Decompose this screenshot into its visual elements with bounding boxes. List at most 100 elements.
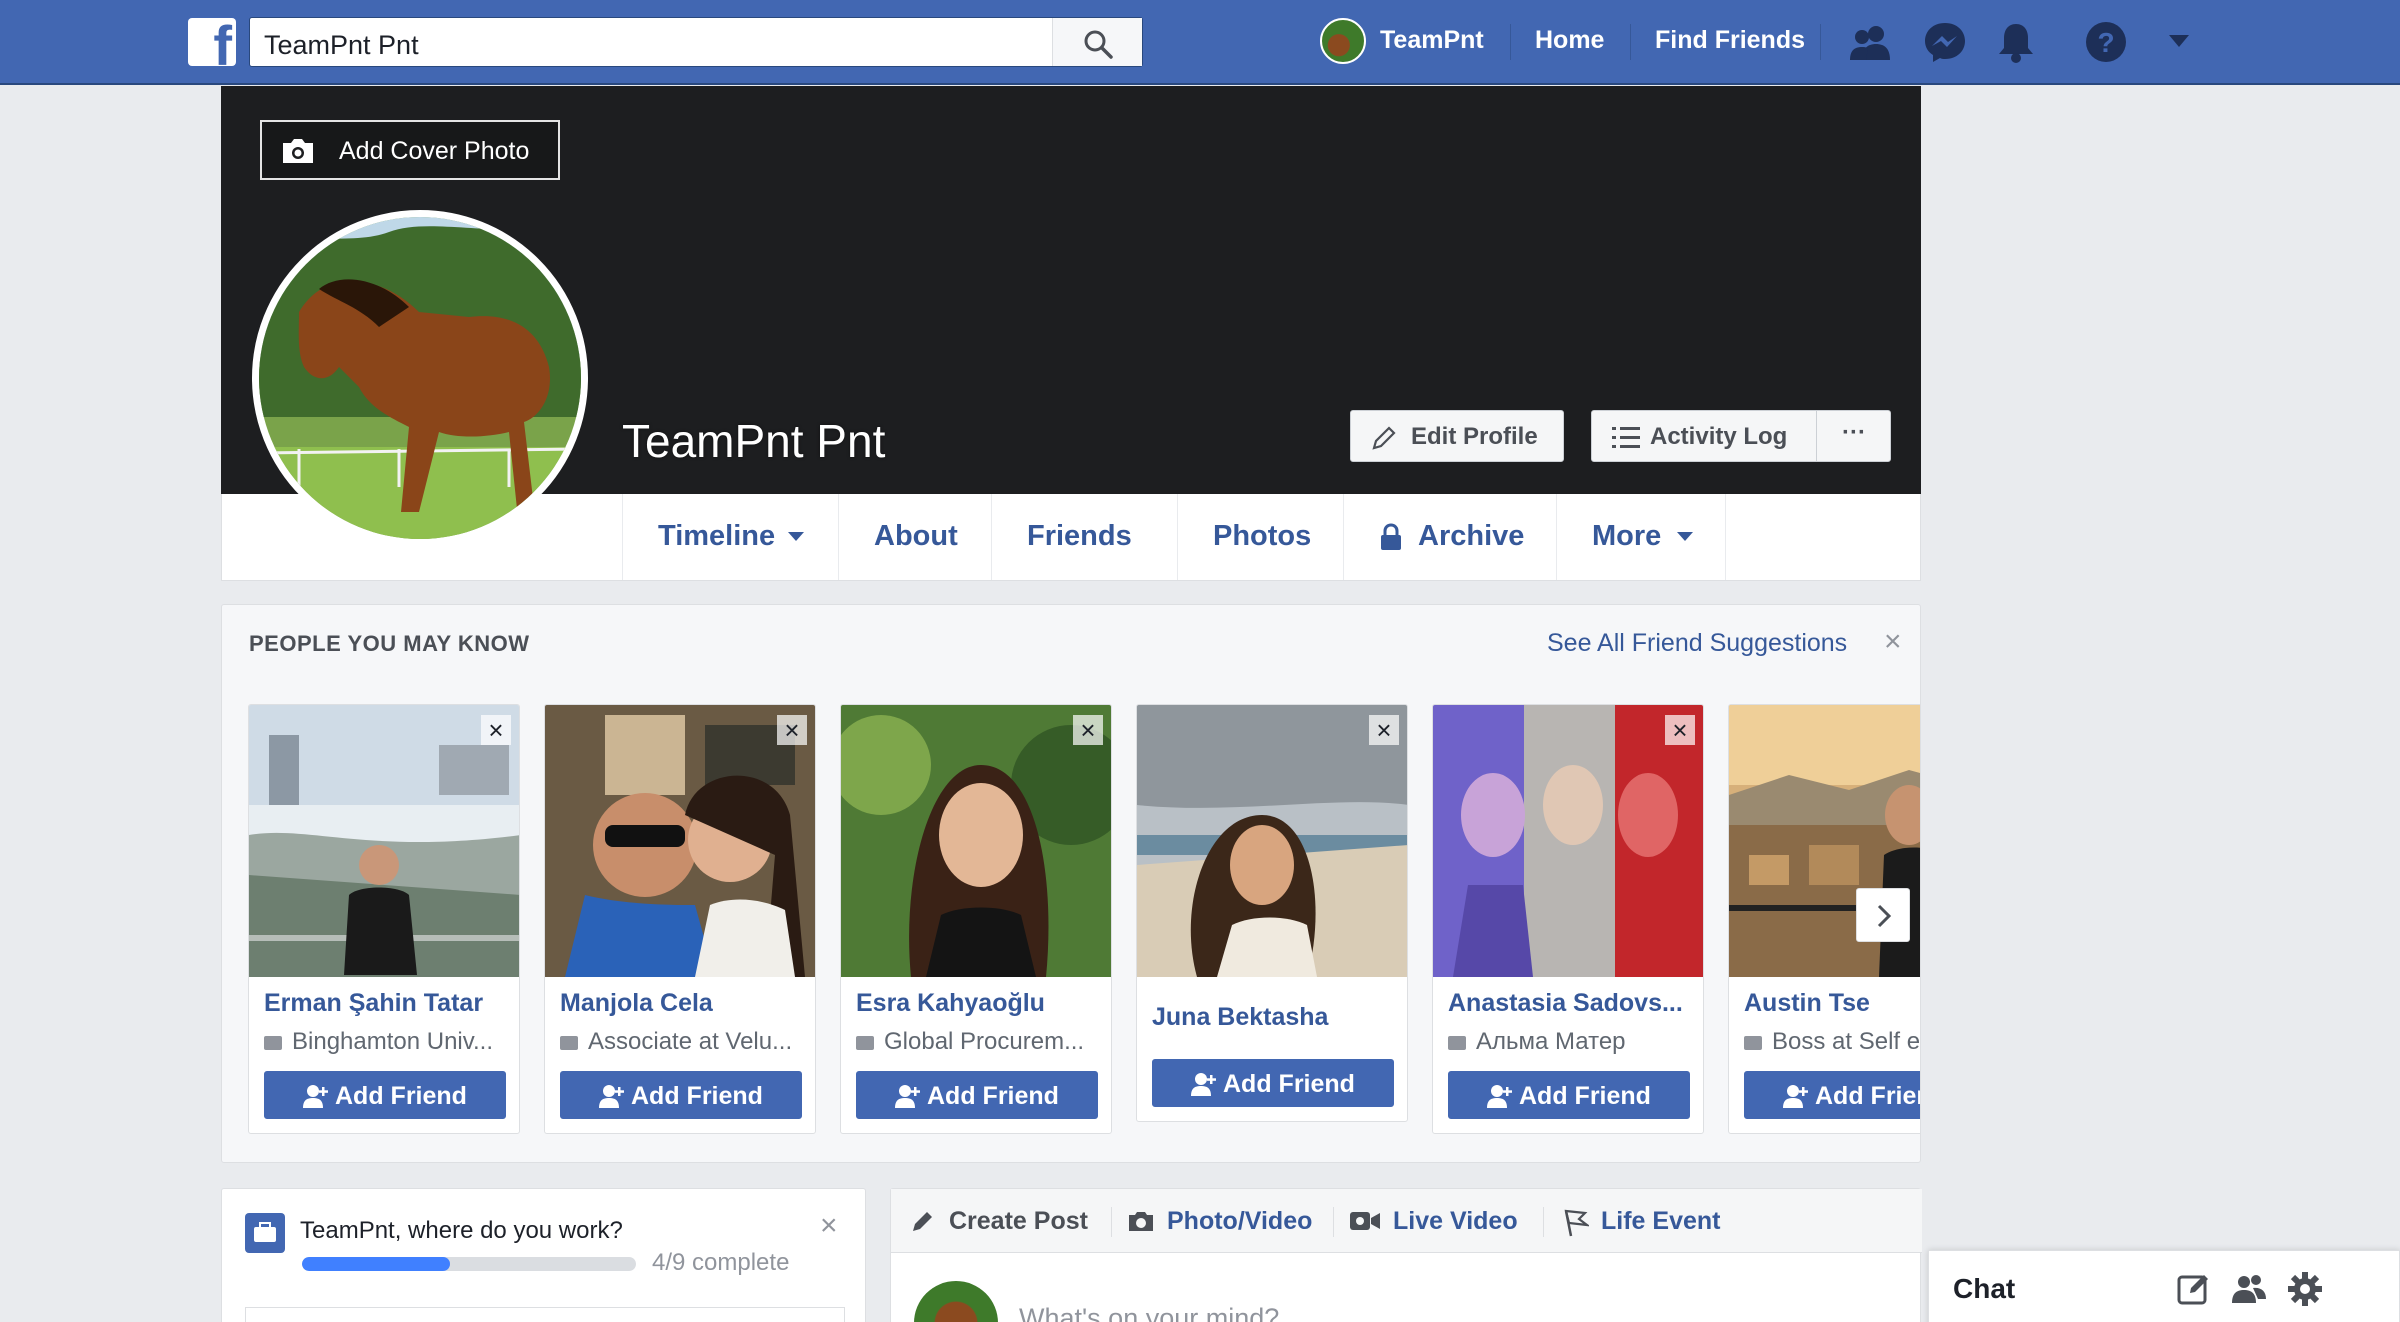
horse-photo (259, 217, 581, 539)
person-name-link[interactable]: Esra Kahyaoğlu (856, 989, 1106, 1018)
lock-icon (1381, 523, 1401, 550)
profile-completion-prompt: TeamPnt, where do you work? × 4/9 comple… (221, 1188, 866, 1322)
person-subtitle-text: Binghamton Univ... (292, 1028, 493, 1055)
add-friend-icon (1191, 1073, 1216, 1096)
person-subtitle: Альма Матер (1448, 1028, 1698, 1056)
carousel-next-button[interactable] (1856, 888, 1910, 942)
divider (1510, 24, 1511, 60)
photo-video-label: Photo/Video (1167, 1207, 1313, 1235)
help-icon[interactable]: ? (2084, 20, 2128, 64)
chat-bar[interactable]: Chat (1928, 1250, 2400, 1322)
add-friend-label: Add Friend (1223, 1070, 1355, 1098)
suggestion-card: × Juna Bektasha Add Friend (1136, 704, 1408, 1122)
find-friends-link[interactable]: Find Friends (1655, 26, 1805, 55)
person-name-link[interactable]: Juna Bektasha (1152, 1003, 1402, 1032)
account-menu-chevron-icon[interactable] (2168, 34, 2190, 48)
chevron-down-icon (1677, 532, 1693, 541)
create-post-label: Create Post (949, 1207, 1088, 1235)
activity-log-label: Activity Log (1650, 423, 1788, 450)
person-subtitle: Global Procurem... (856, 1028, 1106, 1056)
post-input[interactable]: What's on your mind? (1019, 1303, 1279, 1322)
person-name-link[interactable]: Erman Şahin Tatar (264, 989, 514, 1018)
dismiss-suggestion-button[interactable]: × (1665, 715, 1695, 745)
profile-picture[interactable] (252, 210, 588, 546)
life-event-label: Life Event (1601, 1207, 1721, 1235)
close-icon[interactable]: × (820, 1209, 838, 1243)
person-name-link[interactable]: Austin Tse (1744, 989, 1920, 1018)
tab-more[interactable]: More (1556, 494, 1726, 580)
work-icon (560, 1035, 578, 1050)
add-friend-icon (1487, 1085, 1512, 1108)
live-video-label: Live Video (1393, 1207, 1518, 1235)
section-title: PEOPLE YOU MAY KNOW (249, 631, 530, 656)
pencil-icon (913, 1212, 932, 1231)
add-friend-icon (303, 1085, 328, 1108)
tab-photos-label: Photos (1213, 520, 1312, 552)
post-composer: Create Post Photo/Video Live Video Life … (890, 1188, 1922, 1322)
add-friend-label: Add Friend (1815, 1082, 1920, 1110)
search-button[interactable] (1052, 18, 1142, 66)
person-name-link[interactable]: Manjola Cela (560, 989, 810, 1018)
divider (1333, 1207, 1334, 1237)
more-options-button[interactable]: ··· (1842, 419, 1866, 447)
add-friend-icon (895, 1085, 920, 1108)
tab-timeline-label: Timeline (658, 520, 776, 552)
add-friend-label: Add Friend (631, 1082, 763, 1110)
add-friend-button[interactable]: Add Friend (1744, 1071, 1920, 1119)
dismiss-suggestion-button[interactable]: × (1073, 715, 1103, 745)
search-bar[interactable]: TeamPnt Pnt (249, 17, 1143, 67)
add-friend-button[interactable]: Add Friend (856, 1071, 1098, 1119)
divider (1816, 411, 1817, 461)
school-icon (1448, 1035, 1466, 1050)
add-friend-button[interactable]: Add Friend (1448, 1071, 1690, 1119)
person-photo (545, 705, 815, 977)
activity-log-button[interactable]: Activity Log ··· (1591, 410, 1891, 462)
edit-profile-button[interactable]: Edit Profile (1350, 410, 1564, 462)
top-navigation-bar: f TeamPnt Pnt TeamPnt Home Find Friends … (0, 0, 2400, 85)
notifications-icon[interactable] (1996, 20, 2036, 64)
work-icon (1744, 1035, 1762, 1050)
friend-requests-icon[interactable] (1850, 20, 1892, 64)
flag-icon (1564, 1209, 1589, 1237)
profile-link[interactable]: TeamPnt (1380, 26, 1484, 55)
add-friend-button[interactable]: Add Friend (560, 1071, 802, 1119)
work-input-area[interactable] (245, 1307, 845, 1322)
progress-bar (302, 1257, 636, 1271)
briefcase-icon (245, 1213, 285, 1253)
search-input[interactable]: TeamPnt Pnt (264, 30, 419, 61)
add-friend-button[interactable]: Add Friend (1152, 1059, 1394, 1107)
add-friend-button[interactable]: Add Friend (264, 1071, 506, 1119)
avatar[interactable] (1320, 18, 1366, 64)
messenger-icon[interactable] (1923, 20, 1967, 64)
edit-profile-label: Edit Profile (1411, 423, 1538, 450)
svg-text:?: ? (2097, 27, 2114, 58)
tab-about[interactable]: About (838, 494, 991, 580)
people-you-may-know-panel: PEOPLE YOU MAY KNOW See All Friend Sugge… (221, 604, 1921, 1163)
composer-tabs: Create Post Photo/Video Live Video Life … (891, 1189, 1922, 1253)
school-icon (264, 1035, 282, 1050)
person-subtitle: Binghamton Univ... (264, 1028, 514, 1056)
tab-friends-label: Friends (1027, 520, 1132, 552)
compose-icon[interactable] (2176, 1271, 2212, 1307)
see-all-suggestions-link[interactable]: See All Friend Suggestions (1547, 629, 1847, 658)
facebook-logo-icon[interactable]: f (188, 18, 236, 66)
new-group-icon[interactable] (2231, 1271, 2267, 1307)
divider (1820, 24, 1821, 60)
suggestion-card: × Anastasia Sadovs... Альма Матер Add Fr… (1432, 704, 1704, 1134)
tab-timeline[interactable]: Timeline (622, 494, 838, 580)
avatar (914, 1281, 998, 1322)
person-name-link[interactable]: Anastasia Sadovs... (1448, 989, 1698, 1018)
settings-gear-icon[interactable] (2287, 1271, 2323, 1307)
chevron-right-icon (1877, 904, 1892, 928)
tab-photos[interactable]: Photos (1177, 494, 1343, 580)
progress-bar-fill (302, 1257, 451, 1271)
dismiss-suggestion-button[interactable]: × (777, 715, 807, 745)
dismiss-suggestion-button[interactable]: × (481, 715, 511, 745)
close-icon[interactable]: × (1884, 625, 1902, 659)
work-question: TeamPnt, where do you work? (300, 1217, 623, 1244)
add-cover-photo-button[interactable]: Add Cover Photo (260, 120, 560, 180)
dismiss-suggestion-button[interactable]: × (1369, 715, 1399, 745)
tab-archive[interactable]: Archive (1343, 494, 1556, 580)
home-link[interactable]: Home (1535, 26, 1604, 55)
tab-friends[interactable]: Friends (991, 494, 1177, 580)
